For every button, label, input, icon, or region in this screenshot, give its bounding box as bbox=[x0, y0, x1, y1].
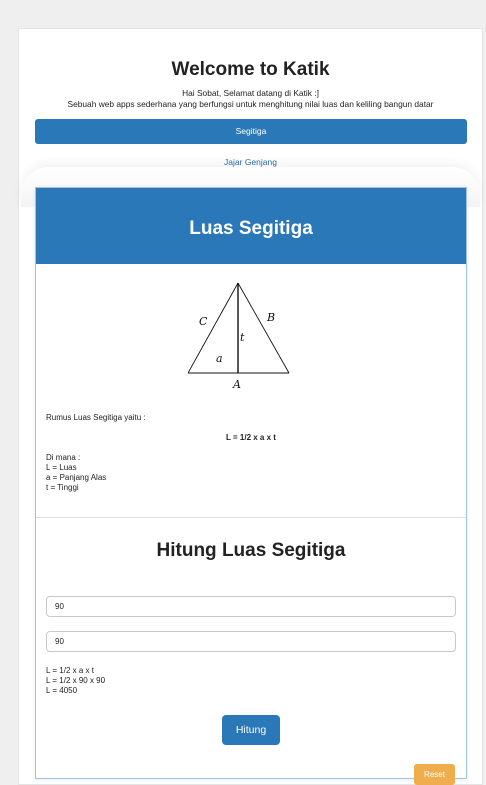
nav-jajar-genjang-link[interactable]: Jajar Genjang bbox=[19, 157, 482, 167]
nav-segitiga-button[interactable]: Segitiga bbox=[35, 119, 467, 144]
formula: L = 1/2 x a x t bbox=[226, 433, 276, 442]
triangle-side-c bbox=[188, 282, 239, 374]
result-line-1: L = 1/2 x a x t bbox=[46, 666, 94, 675]
hitung-button[interactable]: Hitung bbox=[222, 715, 280, 745]
label-c: C bbox=[199, 315, 208, 328]
tinggi-input[interactable] bbox=[46, 631, 456, 652]
legend-t: t = Tinggi bbox=[46, 483, 79, 492]
calc-results: L = 1/2 x a x t L = 1/2 x 90 x 90 L = 40… bbox=[46, 666, 105, 696]
result-line-2: L = 1/2 x 90 x 90 bbox=[46, 676, 106, 685]
greeting-text: Hai Sobat, Selamat datang di Katik :] bbox=[182, 88, 319, 98]
alas-input[interactable] bbox=[46, 596, 456, 617]
label-t: t bbox=[240, 331, 245, 344]
luas-segitiga-card: Luas Segitiga C B t a A Rumus Luas Segit… bbox=[35, 187, 467, 785]
triangle-diagram: C B t a A bbox=[188, 282, 290, 391]
formula-intro: Rumus Luas Segitiga yaitu : bbox=[46, 413, 146, 422]
legend-a: a = Panjang Alas bbox=[46, 473, 107, 482]
legend-heading: Di mana : bbox=[46, 453, 81, 462]
calc-title: Hitung Luas Segitiga bbox=[156, 540, 346, 561]
result-line-3: L = 4050 bbox=[46, 686, 78, 695]
page-title: Welcome to Katik bbox=[171, 59, 330, 80]
label-b: B bbox=[266, 311, 275, 324]
reset-button[interactable]: Reset bbox=[414, 764, 455, 785]
formula-legend: Di mana : L = Luas a = Panjang Alas t = … bbox=[46, 453, 106, 493]
label-A: A bbox=[232, 378, 241, 391]
section-divider bbox=[36, 517, 466, 518]
label-a: a bbox=[216, 352, 223, 365]
page-container: Welcome to Katik Hai Sobat, Selamat data… bbox=[18, 28, 483, 785]
description-text: Sebuah web apps sederhana yang berfungsi… bbox=[67, 99, 434, 109]
triangle-side-b bbox=[237, 282, 290, 374]
card-header-title: Luas Segitiga bbox=[36, 188, 466, 264]
legend-l: L = Luas bbox=[46, 463, 77, 472]
